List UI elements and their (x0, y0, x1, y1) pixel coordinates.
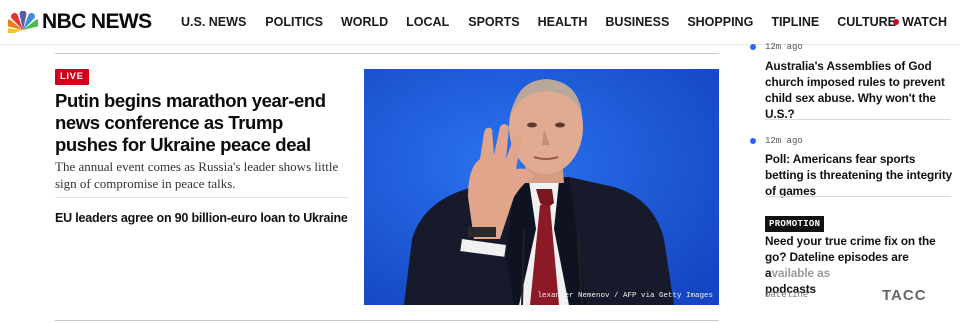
nav-item-culture[interactable]: CULTURE (837, 14, 896, 30)
main-nav: U.S. NEWS POLITICS WORLD LOCAL SPORTS HE… (181, 14, 896, 30)
rail-divider (765, 196, 951, 197)
watch-link[interactable]: WATCH (893, 14, 947, 30)
rail-item-time: 12m ago (765, 136, 803, 146)
promotion-tag: PROMOTION (765, 216, 825, 232)
promo-source: Dateline (765, 290, 809, 300)
related-story-link[interactable]: EU leaders agree on 90 billion-euro loan… (55, 210, 355, 226)
bullet-dot-icon (750, 138, 756, 144)
nav-item-sports[interactable]: SPORTS (468, 14, 519, 30)
rail-divider (765, 119, 951, 120)
putin-photo-illustration (364, 69, 719, 305)
nav-item-health[interactable]: HEALTH (538, 14, 588, 30)
nav-item-politics[interactable]: POLITICS (265, 14, 323, 30)
lead-divider (55, 197, 349, 198)
site-header: NBC NEWS U.S. NEWS POLITICS WORLD LOCAL … (0, 0, 960, 45)
nav-item-tipline[interactable]: TIPLINE (771, 14, 819, 30)
nav-item-world[interactable]: WORLD (341, 14, 388, 30)
tass-logo: TACC (882, 287, 927, 304)
lead-dek: The annual event comes as Russia's leade… (55, 159, 339, 191)
section-divider-top (55, 53, 719, 54)
logo-wordmark: NBC NEWS (42, 10, 152, 33)
rail-item-title[interactable]: Poll: Americans fear sports betting is t… (765, 151, 955, 199)
section-divider-bottom (55, 320, 719, 321)
photo-credit: lexander Nemenov / AFP via Getty Images (537, 292, 713, 300)
live-dot-icon (893, 19, 900, 25)
nav-item-shopping[interactable]: SHOPPING (687, 14, 753, 30)
lead-headline[interactable]: Putin begins marathon year-end news conf… (55, 90, 345, 156)
nav-item-business[interactable]: BUSINESS (605, 14, 669, 30)
nbc-peacock-icon (8, 11, 38, 33)
bullet-dot-icon (750, 44, 756, 50)
rail-item-time: 12m ago (765, 42, 803, 52)
rail-item-title[interactable]: Australia's Assemblies of God church imp… (765, 58, 955, 122)
lead-photo[interactable]: lexander Nemenov / AFP via Getty Images (364, 69, 719, 305)
nbc-news-logo[interactable]: NBC NEWS (8, 10, 152, 34)
promo-title-faded: vailable as (771, 266, 831, 280)
live-badge: LIVE (55, 69, 89, 85)
nav-item-local[interactable]: LOCAL (406, 14, 449, 30)
watch-label: WATCH (902, 15, 947, 29)
nav-item-us-news[interactable]: U.S. NEWS (181, 14, 246, 30)
